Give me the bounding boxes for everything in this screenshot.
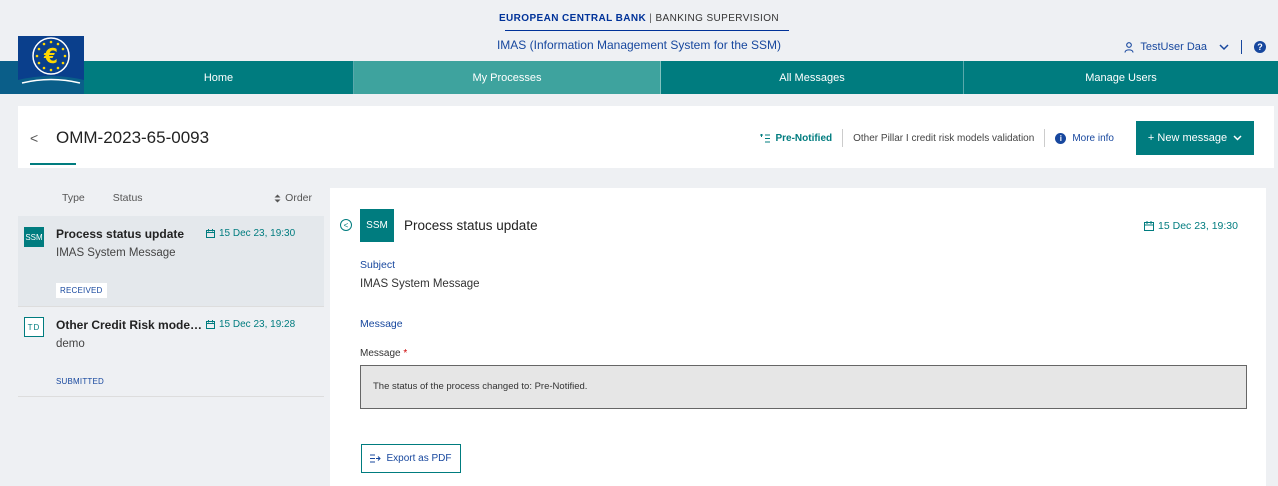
app-title: IMAS (Information Management System for …	[496, 38, 782, 52]
process-status-label: Pre-Notified	[775, 132, 833, 144]
td-badge: TD	[24, 317, 44, 337]
subject-value: IMAS System Message	[360, 278, 480, 290]
new-message-label: + New message	[1147, 132, 1228, 144]
user-name[interactable]: TestUser Daa	[1140, 41, 1207, 53]
export-pdf-button[interactable]: Export as PDF	[361, 444, 461, 473]
ssm-badge: SSM	[24, 227, 44, 247]
message-date-text: 15 Dec 23, 19:30	[1158, 220, 1238, 232]
message-label-text: Message	[360, 348, 401, 359]
message-list-header: Type Status Order	[18, 180, 324, 216]
header-separator	[1044, 129, 1046, 147]
order-label: Order	[285, 192, 312, 204]
svg-text:€: €	[43, 44, 58, 68]
export-icon	[370, 454, 382, 463]
message-body-field: The status of the process changed to: Pr…	[360, 365, 1247, 409]
list-item-date: 15 Dec 23, 19:28	[206, 319, 295, 330]
status-badge: RECEIVED	[56, 283, 107, 298]
order-sort-button[interactable]: Order	[274, 192, 312, 204]
list-item-subtitle: demo	[56, 338, 85, 350]
nav-all-messages[interactable]: All Messages	[661, 61, 964, 94]
brand-underline	[505, 30, 789, 31]
list-item[interactable]: SSM Process status update 15 Dec 23, 19:…	[18, 216, 324, 307]
user-icon	[1124, 41, 1134, 53]
ecb-euro-logo[interactable]: €	[18, 36, 84, 94]
export-pdf-label: Export as PDF	[386, 453, 452, 464]
calendar-icon	[206, 229, 215, 238]
process-id: OMM-2023-65-0093	[56, 128, 210, 147]
more-info-link[interactable]: i More info	[1055, 132, 1114, 144]
chevron-down-icon	[1233, 135, 1242, 141]
process-header-actions: Pre-Notified Other Pillar I credit risk …	[760, 121, 1254, 155]
required-mark: *	[403, 348, 408, 359]
user-separator	[1241, 40, 1242, 54]
list-item-date-text: 15 Dec 23, 19:28	[219, 319, 296, 330]
brand-heading: EUROPEAN CENTRAL BANK | BANKING SUPERVIS…	[0, 13, 1278, 24]
status-badge: SUBMITTED	[56, 377, 105, 386]
list-item-title: Other Credit Risk models ...	[56, 318, 204, 332]
list-item-title: Process status update	[56, 227, 185, 241]
process-header: < OMM-2023-65-0093 Pre-Notified Other Pi…	[18, 106, 1274, 168]
list-item[interactable]: TD Other Credit Risk models ... 15 Dec 2…	[18, 307, 324, 397]
chevron-down-icon[interactable]	[1219, 43, 1229, 51]
message-section-label: Message	[360, 318, 403, 330]
brand-org: EUROPEAN CENTRAL BANK	[498, 13, 647, 24]
message-date: 15 Dec 23, 19:30	[1144, 220, 1238, 232]
process-type: Other Pillar I credit risk models valida…	[853, 132, 1035, 144]
header-separator	[842, 129, 844, 147]
ssm-badge: SSM	[360, 209, 394, 242]
message-title: Process status update	[404, 218, 538, 233]
list-item-date: 15 Dec 23, 19:30	[206, 228, 295, 239]
user-menu[interactable]: TestUser Daa ?	[1124, 40, 1266, 54]
process-id-underline	[30, 163, 76, 165]
message-field-label: Message *	[360, 348, 407, 359]
more-info-label: More info	[1072, 132, 1114, 144]
info-icon: i	[1055, 132, 1067, 144]
back-arrow-icon[interactable]: <	[30, 130, 38, 146]
nav-home[interactable]: Home	[84, 61, 354, 94]
calendar-icon	[206, 320, 215, 329]
column-status[interactable]: Status	[113, 192, 143, 204]
list-item-date-text: 15 Dec 23, 19:30	[219, 228, 296, 239]
sort-icon	[274, 194, 281, 203]
new-message-button[interactable]: + New message	[1136, 121, 1254, 155]
process-status: Pre-Notified	[760, 133, 832, 144]
main-navbar: Home My Processes All Messages Manage Us…	[0, 61, 1278, 94]
column-type[interactable]: Type	[62, 192, 85, 204]
top-brand-bar: EUROPEAN CENTRAL BANK | BANKING SUPERVIS…	[0, 0, 1278, 61]
status-list-icon	[760, 133, 771, 143]
subject-label: Subject	[360, 259, 396, 271]
list-item-subtitle: IMAS System Message	[56, 247, 176, 259]
nav-manage-users[interactable]: Manage Users	[964, 61, 1278, 94]
calendar-icon	[1144, 221, 1155, 231]
message-list-panel: Type Status Order SSM Process status upd…	[18, 180, 324, 486]
message-detail-panel: < SSM Process status update 15 Dec 23, 1…	[330, 188, 1266, 486]
help-icon[interactable]: ?	[1254, 41, 1266, 53]
brand-divider: |	[649, 13, 653, 24]
nav-my-processes[interactable]: My Processes	[354, 61, 661, 94]
collapse-panel-icon[interactable]: <	[340, 219, 352, 231]
brand-division: BANKING SUPERVISION	[655, 13, 780, 24]
